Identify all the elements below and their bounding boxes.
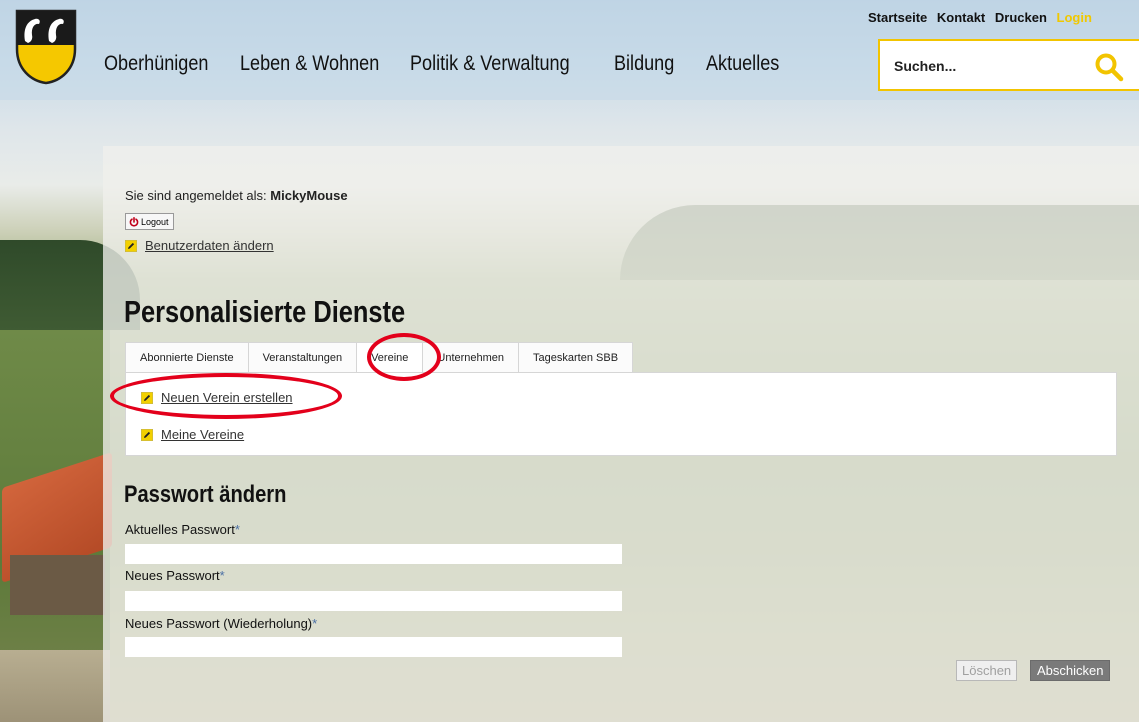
clear-button[interactable]: Löschen xyxy=(956,660,1018,681)
my-clubs-link[interactable]: Meine Vereine xyxy=(161,427,244,442)
link-login[interactable]: Login xyxy=(1057,10,1092,25)
tab-tageskarten-sbb[interactable]: Tageskarten SBB xyxy=(519,342,634,372)
link-kontakt[interactable]: Kontakt xyxy=(937,10,985,25)
username: MickyMouse xyxy=(270,188,348,203)
nav-leben-wohnen[interactable]: Leben & Wohnen xyxy=(240,52,379,76)
repeat-password-input[interactable] xyxy=(125,637,622,657)
current-password-input[interactable] xyxy=(125,544,622,564)
nav-politik-verwaltung[interactable]: Politik & Verwaltung xyxy=(410,52,570,76)
new-password-input[interactable] xyxy=(125,591,622,611)
annotation-circle-tab xyxy=(367,333,441,381)
logout-label: Logout xyxy=(141,216,169,227)
current-password-label-text: Aktuelles Passwort xyxy=(125,522,235,537)
nav-oberhuenigen[interactable]: Oberhünigen xyxy=(104,52,208,76)
link-startseite[interactable]: Startseite xyxy=(868,10,927,25)
password-title: Passwort ändern xyxy=(124,481,287,508)
barn-wall xyxy=(10,555,105,615)
repeat-password-label-text: Neues Passwort (Wiederholung) xyxy=(125,616,313,631)
edit-user-row: Benutzerdaten ändern xyxy=(125,238,274,253)
services-title: Personalisierte Dienste xyxy=(124,294,406,329)
link-drucken[interactable]: Drucken xyxy=(995,10,1047,25)
my-clubs-row: Meine Vereine xyxy=(141,427,244,442)
submit-button[interactable]: Abschicken xyxy=(1030,660,1111,681)
content-panel: Sie sind angemeldet als: MickyMouse Logo… xyxy=(103,146,1139,722)
required-mark: * xyxy=(219,568,225,583)
login-status: Sie sind angemeldet als: MickyMouse xyxy=(125,188,348,203)
required-mark: * xyxy=(312,616,318,631)
logout-button[interactable]: Logout xyxy=(125,213,174,230)
nav-bildung[interactable]: Bildung xyxy=(614,52,674,76)
search-box xyxy=(878,39,1139,91)
edit-icon xyxy=(125,239,137,252)
repeat-password-label: Neues Passwort (Wiederholung)* xyxy=(125,616,317,631)
new-password-label-text: Neues Passwort xyxy=(125,568,220,583)
required-mark: * xyxy=(234,522,240,537)
top-links: Startseite Kontakt Drucken Login xyxy=(868,10,1092,25)
edit-icon xyxy=(141,428,153,441)
power-icon xyxy=(129,216,139,227)
municipality-logo[interactable] xyxy=(15,9,77,85)
edit-user-link[interactable]: Benutzerdaten ändern xyxy=(145,238,274,253)
current-password-label: Aktuelles Passwort* xyxy=(125,522,240,537)
search-icon[interactable] xyxy=(1094,52,1124,82)
search-input[interactable] xyxy=(894,54,1084,78)
new-password-label: Neues Passwort* xyxy=(125,568,225,583)
login-status-prefix: Sie sind angemeldet als: xyxy=(125,188,267,203)
site-header: Oberhünigen Leben & Wohnen Politik & Ver… xyxy=(0,0,1139,100)
annotation-circle-new-club xyxy=(110,373,342,419)
tab-veranstaltungen[interactable]: Veranstaltungen xyxy=(248,342,358,372)
road xyxy=(0,650,110,722)
tab-abonnierte-dienste[interactable]: Abonnierte Dienste xyxy=(125,342,249,372)
nav-aktuelles[interactable]: Aktuelles xyxy=(706,52,779,76)
